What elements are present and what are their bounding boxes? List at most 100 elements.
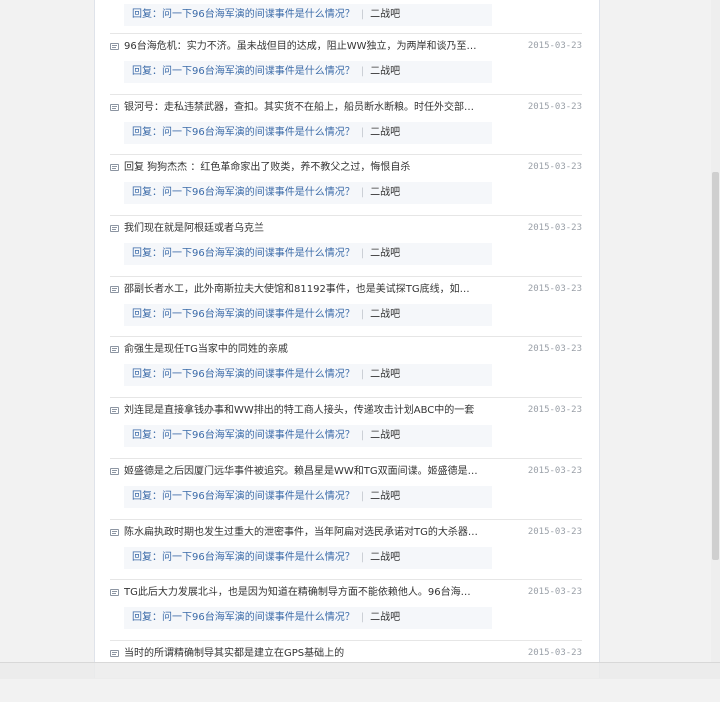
quote-separator: | xyxy=(360,9,365,20)
reply-date: 2015-03-23 xyxy=(527,223,582,234)
quote-forum-link[interactable]: 二战吧 xyxy=(370,491,400,502)
quote-link[interactable]: 回复：问一下96台海军演的间谍事件是什么情况？ xyxy=(132,369,355,380)
reply-item: 刘连昆是直接拿钱办事和WW排出的特工商人接头，传递攻击计划ABC中的一套 201… xyxy=(110,398,582,459)
quote-prefix: 回复： xyxy=(132,248,162,260)
quote-link[interactable]: 回复：问一下96台海军演的间谍事件是什么情况？ xyxy=(132,612,355,623)
quote-title: 问一下96台海军演的间谍事件是什么情况？ xyxy=(162,9,355,20)
quote-box: 回复：问一下96台海军演的间谍事件是什么情况？ | 二战吧 xyxy=(124,364,492,387)
reply-date: 2015-03-23 xyxy=(527,101,582,112)
quote-forum-link[interactable]: 二战吧 xyxy=(370,127,400,138)
quote-link[interactable]: 回复：问一下96台海军演的间谍事件是什么情况？ xyxy=(132,248,355,259)
message-icon xyxy=(110,285,119,293)
reply-item: 我们现在就是阿根廷或者乌克兰 2015-03-23 回复：问一下96台海军演的间… xyxy=(110,216,582,277)
quote-link[interactable]: 回复：问一下96台海军演的间谍事件是什么情况？ xyxy=(132,9,355,20)
reply-date: 2015-03-23 xyxy=(527,41,582,51)
quote-box: 回复：问一下96台海军演的间谍事件是什么情况？ | 二战吧 xyxy=(124,303,492,326)
quote-separator: | xyxy=(360,126,365,138)
quote-prefix: 回复： xyxy=(132,308,162,320)
message-icon xyxy=(110,346,119,354)
reply-list: 回复：问一下96台海军演的间谍事件是什么情况？ | 二战吧 96台海危机：实力不济。… xyxy=(110,0,582,702)
quote-prefix: 回复： xyxy=(132,551,162,563)
quote-separator: | xyxy=(360,308,365,320)
reply-text[interactable]: 银河号：走私违禁武器，查扣。其实货不在船上，船员断水断粮。时任外交部… xyxy=(124,101,479,115)
quote-box: 回复：问一下96台海军演的间谍事件是什么情况？ | 二战吧 xyxy=(124,485,492,508)
reply-text[interactable]: 陈水扁执政时期也发生过重大的泄密事件，当年阿扁对选民承诺对TG的大杀器… xyxy=(124,526,479,540)
reply-text[interactable]: 我们现在就是阿根廷或者乌克兰 xyxy=(124,222,479,236)
quote-title: 问一下96台海军演的间谍事件是什么情况？ xyxy=(162,248,355,260)
message-icon xyxy=(110,43,119,50)
quote-box: 回复：问一下96台海军演的间谍事件是什么情况？ | 二战吧 xyxy=(124,607,492,630)
quote-link[interactable]: 回复：问一下96台海军演的间谍事件是什么情况？ xyxy=(132,552,355,563)
quote-box: 回复：问一下96台海军演的间谍事件是什么情况？ | 二战吧 xyxy=(124,121,492,144)
quote-link[interactable]: 回复：问一下96台海军演的间谍事件是什么情况？ xyxy=(132,127,355,138)
quote-title: 问一下96台海军演的间谍事件是什么情况？ xyxy=(162,126,355,138)
quote-forum-link[interactable]: 二战吧 xyxy=(370,9,400,20)
quote-prefix: 回复： xyxy=(132,187,162,199)
reply-date: 2015-03-23 xyxy=(527,283,582,294)
quote-forum-link[interactable]: 二战吧 xyxy=(370,187,400,198)
quote-link[interactable]: 回复：问一下96台海军演的间谍事件是什么情况？ xyxy=(132,430,355,441)
quote-forum-link[interactable]: 二战吧 xyxy=(370,369,400,380)
reply-text[interactable]: 姬盛德是之后因厦门远华事件被追究。赖昌星是WW和TG双面间谍。姬盛德是其… xyxy=(124,465,479,479)
quote-box: 回复：问一下96台海军演的间谍事件是什么情况？ | 二战吧 xyxy=(124,425,492,448)
quote-box: 回复：问一下96台海军演的间谍事件是什么情况？ | 二战吧 xyxy=(124,4,492,26)
reply-item: 96台海危机：实力不济。虽未战但目的达成，阻止WW独立，为两岸和谈乃至后… 20… xyxy=(110,34,582,95)
quote-link[interactable]: 回复：问一下96台海军演的间谍事件是什么情况？ xyxy=(132,491,355,502)
reply-date: 2015-03-23 xyxy=(527,344,582,355)
reply-text[interactable]: 刘连昆是直接拿钱办事和WW排出的特工商人接头，传递攻击计划ABC中的一套 xyxy=(124,404,479,418)
quote-title: 问一下96台海军演的间谍事件是什么情况？ xyxy=(162,612,355,624)
reply-text[interactable]: TG此后大力发展北斗，也是因为知道在精确制导方面不能依赖他人。96台海事… xyxy=(124,586,479,600)
reply-item: 邵副长者水工，此外南斯拉夫大使馆和81192事件，也是美试探TG底线，如长者… … xyxy=(110,277,582,338)
quote-forum-link[interactable]: 二战吧 xyxy=(370,612,400,623)
message-icon xyxy=(110,467,119,475)
quote-title: 问一下96台海军演的间谍事件是什么情况？ xyxy=(162,430,355,442)
reply-text[interactable]: 当时的所谓精确制导其实都是建立在GPS基础上的 xyxy=(124,647,479,661)
bottom-overlay-bar xyxy=(0,662,720,679)
reply-item: 陈水扁执政时期也发生过重大的泄密事件，当年阿扁对选民承诺对TG的大杀器… 201… xyxy=(110,520,582,581)
quote-link[interactable]: 回复：问一下96台海军演的间谍事件是什么情况？ xyxy=(132,187,355,198)
quote-box: 回复：问一下96台海军演的间谍事件是什么情况？ | 二战吧 xyxy=(124,546,492,569)
quote-separator: | xyxy=(360,612,365,624)
quote-box: 回复：问一下96台海军演的间谍事件是什么情况？ | 二战吧 xyxy=(124,61,492,83)
reply-date: 2015-03-23 xyxy=(527,647,582,658)
quote-link[interactable]: 回复：问一下96台海军演的间谍事件是什么情况？ xyxy=(132,66,355,77)
quote-title: 问一下96台海军演的间谍事件是什么情况？ xyxy=(162,551,355,563)
message-icon xyxy=(110,164,119,172)
quote-prefix: 回复： xyxy=(132,369,162,381)
reply-item: 姬盛德是之后因厦门远华事件被追究。赖昌星是WW和TG双面间谍。姬盛德是其… 20… xyxy=(110,459,582,520)
reply-item: 回复 狗狗杰杰 ：红色革命家出了败类，养不教父之过，悔恨自杀 2015-03-2… xyxy=(110,155,582,217)
quote-prefix: 回复： xyxy=(132,126,162,138)
reply-text[interactable]: 回复 狗狗杰杰 ：红色革命家出了败类，养不教父之过，悔恨自杀 xyxy=(124,161,479,175)
quote-prefix: 回复： xyxy=(132,612,162,624)
quote-prefix: 回复： xyxy=(132,66,162,77)
quote-prefix: 回复： xyxy=(132,490,162,502)
message-icon xyxy=(110,103,119,111)
quote-forum-link[interactable]: 二战吧 xyxy=(370,430,400,441)
message-icon xyxy=(110,649,119,657)
reply-item: 回复：问一下96台海军演的间谍事件是什么情况？ | 二战吧 xyxy=(110,0,582,34)
page-scrollbar[interactable] xyxy=(711,0,720,678)
quote-forum-link[interactable]: 二战吧 xyxy=(370,248,400,259)
quote-prefix: 回复： xyxy=(132,430,162,442)
quote-separator: | xyxy=(360,430,365,442)
reply-text[interactable]: 俞强生是现任TG当家中的同姓的亲戚 xyxy=(124,343,479,357)
quote-separator: | xyxy=(360,369,365,381)
quote-separator: | xyxy=(360,490,365,502)
reply-item: TG此后大力发展北斗，也是因为知道在精确制导方面不能依赖他人。96台海事… 20… xyxy=(110,580,582,641)
quote-separator: | xyxy=(360,187,365,199)
reply-date: 2015-03-23 xyxy=(527,405,582,416)
reply-date: 2015-03-23 xyxy=(527,162,582,173)
quote-prefix: 回复： xyxy=(132,9,162,20)
quote-box: 回复：问一下96台海军演的间谍事件是什么情况？ | 二战吧 xyxy=(124,243,492,266)
reply-text[interactable]: 96台海危机：实力不济。虽未战但目的达成，阻止WW独立，为两岸和谈乃至后… xyxy=(124,40,479,54)
reply-item: 银河号：走私违禁武器，查扣。其实货不在船上，船员断水断粮。时任外交部… 2015… xyxy=(110,95,582,156)
quote-title: 问一下96台海军演的间谍事件是什么情况？ xyxy=(162,490,355,502)
quote-forum-link[interactable]: 二战吧 xyxy=(370,309,400,320)
scrollbar-thumb[interactable] xyxy=(712,172,719,560)
quote-forum-link[interactable]: 二战吧 xyxy=(370,552,400,563)
quote-link[interactable]: 回复：问一下96台海军演的间谍事件是什么情况？ xyxy=(132,309,355,320)
reply-date: 2015-03-23 xyxy=(527,465,582,476)
reply-text[interactable]: 邵副长者水工，此外南斯拉夫大使馆和81192事件，也是美试探TG底线，如长者… xyxy=(124,283,479,297)
quote-forum-link[interactable]: 二战吧 xyxy=(370,66,400,77)
reply-date: 2015-03-23 xyxy=(527,587,582,598)
